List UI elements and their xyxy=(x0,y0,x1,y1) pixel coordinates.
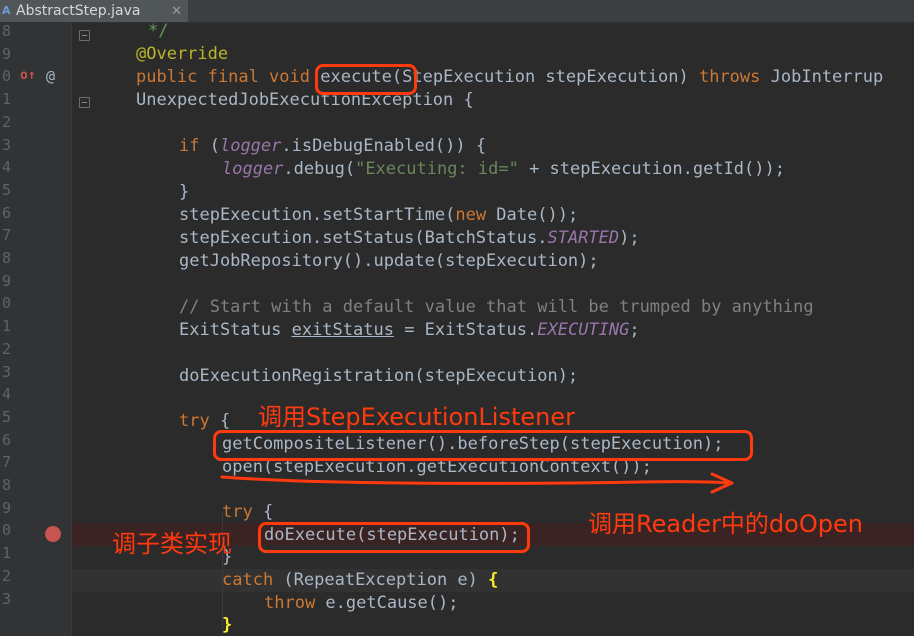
tab-label: AbstractStep.java xyxy=(16,3,141,19)
close-tab-icon[interactable]: ✕ xyxy=(171,4,182,19)
editor-tab-bar: A AbstractStep.java ✕ xyxy=(0,0,914,23)
code-editor[interactable]: 89012345678901234567890123 o↑ @ */ @Over… xyxy=(0,23,914,636)
java-file-icon: A xyxy=(2,4,11,17)
open-underline-arrow xyxy=(220,472,734,494)
tab-abstractstep-java[interactable]: A AbstractStep.java ✕ xyxy=(0,0,188,22)
